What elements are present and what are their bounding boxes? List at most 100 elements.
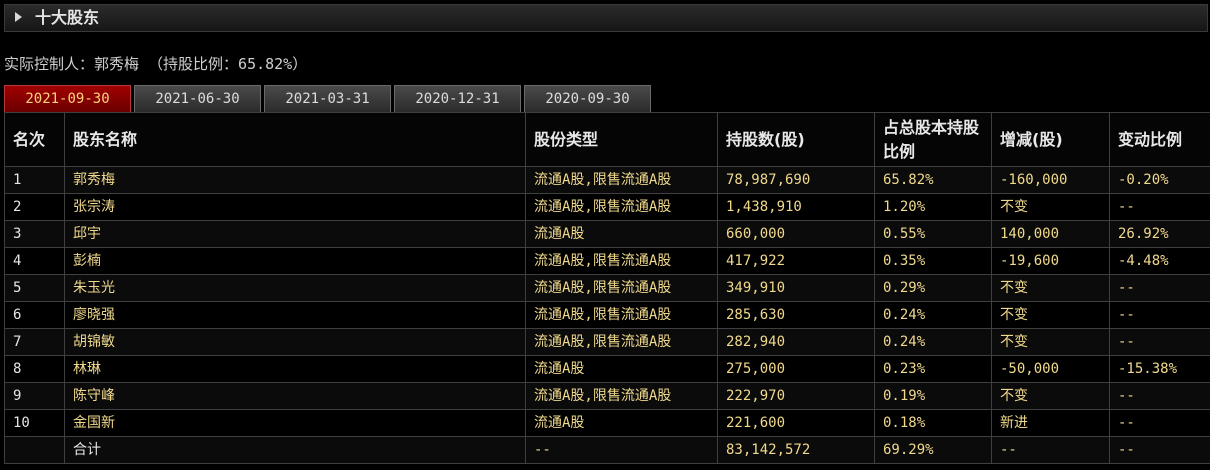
cell-change-ratio: -- xyxy=(1109,409,1210,437)
table-row: 4 彭楠 流通A股,限售流通A股 417,922 0.35% -19,600 -… xyxy=(4,247,1210,275)
table-row: 1 郭秀梅 流通A股,限售流通A股 78,987,690 65.82% -160… xyxy=(4,166,1210,194)
tab-2020-09-30[interactable]: 2020-09-30 xyxy=(524,85,651,112)
cell-holding-ratio: 0.23% xyxy=(874,355,992,383)
cell-holding-ratio: 0.19% xyxy=(874,382,992,410)
cell-shareholder-name: 彭楠 xyxy=(64,247,526,275)
cell-change: -19,600 xyxy=(991,247,1110,275)
cell-share-type: 流通A股,限售流通A股 xyxy=(525,166,718,194)
cell-change-ratio: -- xyxy=(1109,301,1210,329)
cell-rank: 1 xyxy=(4,166,65,194)
cell-shareholder-name: 廖晓强 xyxy=(64,301,526,329)
table-row: 10 金国新 流通A股 221,600 0.18% 新进 -- xyxy=(4,409,1210,437)
panel-title: 十大股东 xyxy=(35,8,100,27)
cell-share-type: 流通A股 xyxy=(525,355,718,383)
cell-shareholder-name: 陈守峰 xyxy=(64,382,526,410)
cell-change: -160,000 xyxy=(991,166,1110,194)
cell-change-ratio: -4.48% xyxy=(1109,247,1210,275)
header-shareholder-name: 股东名称 xyxy=(64,112,526,167)
cell-shares-held: 221,600 xyxy=(717,409,875,437)
cell-shareholder-name: 金国新 xyxy=(64,409,526,437)
cell-holding-ratio: 0.24% xyxy=(874,301,992,329)
cell-shares-held: 222,970 xyxy=(717,382,875,410)
cell-holding-ratio: 0.29% xyxy=(874,274,992,302)
table-row: 6 廖晓强 流通A股,限售流通A股 285,630 0.24% 不变 -- xyxy=(4,301,1210,329)
shareholders-page: 十大股东 实际控制人：郭秀梅 （持股比例：65.82%） 2021-09-30 … xyxy=(0,0,1210,470)
table-row: 8 林琳 流通A股 275,000 0.23% -50,000 -15.38% xyxy=(4,355,1210,383)
cell-shares-held: 417,922 xyxy=(717,247,875,275)
cell-holding-ratio: 0.18% xyxy=(874,409,992,437)
header-holding-ratio: 占总股本持股比例 xyxy=(874,112,992,167)
table-row: 7 胡锦敏 流通A股,限售流通A股 282,940 0.24% 不变 -- xyxy=(4,328,1210,356)
cell-shareholder-name: 胡锦敏 xyxy=(64,328,526,356)
table-total-row: 合计 -- 83,142,572 69.29% -- -- xyxy=(4,436,1210,464)
header-change: 增减(股) xyxy=(991,112,1110,167)
cell-shareholder-name: 张宗涛 xyxy=(64,193,526,221)
cell-change: 不变 xyxy=(991,382,1110,410)
cell-holding-ratio: 1.20% xyxy=(874,193,992,221)
header-share-type: 股份类型 xyxy=(525,112,718,167)
cell-share-type: 流通A股,限售流通A股 xyxy=(525,193,718,221)
tab-2021-03-31[interactable]: 2021-03-31 xyxy=(264,85,391,112)
cell-share-type: 流通A股 xyxy=(525,220,718,248)
cell-change-ratio: -0.20% xyxy=(1109,166,1210,194)
actual-controller-info: 实际控制人：郭秀梅 （持股比例：65.82%） xyxy=(4,55,308,73)
cell-share-type: 流通A股 xyxy=(525,409,718,437)
table-row: 5 朱玉光 流通A股,限售流通A股 349,910 0.29% 不变 -- xyxy=(4,274,1210,302)
cell-change-ratio: 26.92% xyxy=(1109,220,1210,248)
cell-change: 不变 xyxy=(991,301,1110,329)
header-shares-held: 持股数(股) xyxy=(717,112,875,167)
tab-2020-12-31[interactable]: 2020-12-31 xyxy=(394,85,521,112)
cell-rank: 10 xyxy=(4,409,65,437)
cell-rank: 3 xyxy=(4,220,65,248)
cell-share-type: 流通A股,限售流通A股 xyxy=(525,328,718,356)
cell-change: 新进 xyxy=(991,409,1110,437)
cell-shares-held: 1,438,910 xyxy=(717,193,875,221)
cell-change: -50,000 xyxy=(991,355,1110,383)
header-rank: 名次 xyxy=(4,112,65,167)
shareholders-table: 名次 股东名称 股份类型 持股数(股) 占总股本持股比例 增减(股) 变动比例 … xyxy=(4,112,1210,464)
cell-change: 不变 xyxy=(991,328,1110,356)
cell-rank: 6 xyxy=(4,301,65,329)
tab-2021-09-30[interactable]: 2021-09-30 xyxy=(4,85,131,112)
cell-holding-ratio: 0.55% xyxy=(874,220,992,248)
cell-holding-ratio: 65.82% xyxy=(874,166,992,194)
expand-arrow-icon[interactable] xyxy=(15,12,22,22)
cell-shares-held: 660,000 xyxy=(717,220,875,248)
cell-holding-ratio: 0.24% xyxy=(874,328,992,356)
top-ten-shareholders-header[interactable]: 十大股东 xyxy=(4,4,1208,32)
cell-share-type: -- xyxy=(525,436,718,464)
cell-shareholder-name: 邱宇 xyxy=(64,220,526,248)
header-change-ratio: 变动比例 xyxy=(1109,112,1210,167)
cell-shares-held: 282,940 xyxy=(717,328,875,356)
cell-change-ratio: -- xyxy=(1109,328,1210,356)
cell-share-type: 流通A股,限售流通A股 xyxy=(525,382,718,410)
cell-rank: 2 xyxy=(4,193,65,221)
cell-rank: 8 xyxy=(4,355,65,383)
table-header-row: 名次 股东名称 股份类型 持股数(股) 占总股本持股比例 增减(股) 变动比例 xyxy=(4,112,1210,167)
table-row: 2 张宗涛 流通A股,限售流通A股 1,438,910 1.20% 不变 -- xyxy=(4,193,1210,221)
cell-shares-held: 349,910 xyxy=(717,274,875,302)
cell-change-ratio: -- xyxy=(1109,382,1210,410)
cell-rank: 9 xyxy=(4,382,65,410)
cell-shares-held: 285,630 xyxy=(717,301,875,329)
cell-holding-ratio: 69.29% xyxy=(874,436,992,464)
cell-change: -- xyxy=(991,436,1110,464)
cell-shares-held: 275,000 xyxy=(717,355,875,383)
cell-change: 不变 xyxy=(991,274,1110,302)
cell-share-type: 流通A股,限售流通A股 xyxy=(525,301,718,329)
cell-share-type: 流通A股,限售流通A股 xyxy=(525,274,718,302)
cell-change-ratio: -- xyxy=(1109,436,1210,464)
cell-change-ratio: -15.38% xyxy=(1109,355,1210,383)
cell-change: 140,000 xyxy=(991,220,1110,248)
cell-shareholder-name: 郭秀梅 xyxy=(64,166,526,194)
tab-2021-06-30[interactable]: 2021-06-30 xyxy=(134,85,261,112)
cell-change: 不变 xyxy=(991,193,1110,221)
table-row: 3 邱宇 流通A股 660,000 0.55% 140,000 26.92% xyxy=(4,220,1210,248)
cell-rank xyxy=(4,436,65,464)
cell-rank: 7 xyxy=(4,328,65,356)
cell-change-ratio: -- xyxy=(1109,274,1210,302)
cell-rank: 4 xyxy=(4,247,65,275)
cell-share-type: 流通A股,限售流通A股 xyxy=(525,247,718,275)
cell-shares-held: 78,987,690 xyxy=(717,166,875,194)
cell-shareholder-name: 林琳 xyxy=(64,355,526,383)
